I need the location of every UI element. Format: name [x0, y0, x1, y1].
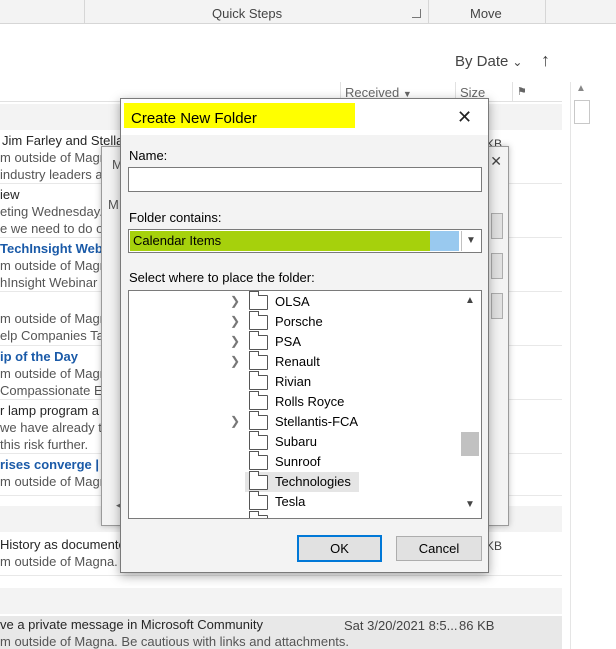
folder-icon — [249, 491, 268, 510]
folder-icon — [249, 511, 268, 518]
chevron-right-icon[interactable]: ❯ — [230, 294, 240, 308]
chevron-right-icon[interactable]: ❯ — [230, 354, 240, 368]
folder-icon — [249, 431, 268, 450]
folder-tree-item[interactable]: ❯ OLSA — [129, 291, 459, 312]
sort-by-dropdown[interactable]: By Date ⌄ — [455, 53, 522, 70]
folder-icon — [249, 331, 268, 350]
chevron-down-icon: ⌄ — [512, 55, 523, 69]
flag-icon[interactable]: ⚑ — [517, 85, 527, 98]
folder-tree-item[interactable]: ❯ Porsche — [129, 311, 459, 332]
folder-tree-item[interactable]: Tesla — [129, 491, 459, 512]
close-icon[interactable]: ✕ — [457, 107, 472, 128]
chevron-right-icon[interactable]: ❯ — [230, 314, 240, 328]
cancel-button[interactable]: Cancel — [396, 536, 482, 561]
ribbon: Quick Steps Move — [0, 0, 616, 24]
folder-tree-scrollbar[interactable]: ▲ ▼ — [459, 291, 481, 518]
folder-tree-item[interactable]: ❯ Stellantis-FCA — [129, 411, 459, 432]
group-header — [0, 588, 562, 614]
folder-tree-item[interactable]: Subaru — [129, 431, 459, 452]
ribbon-group-move: Move — [470, 6, 502, 21]
ribbon-separator — [428, 0, 429, 24]
scroll-up-icon[interactable]: ▲ — [576, 83, 586, 94]
folder-tree-item[interactable]: Technologies — [129, 471, 459, 492]
dialog-title-bar: Create New Folder ✕ — [121, 99, 488, 135]
folder-icon — [249, 391, 268, 410]
name-label: Name: — [129, 148, 168, 163]
scroll-thumb[interactable] — [574, 100, 590, 124]
folder-tree-item[interactable]: ❯ PSA — [129, 331, 459, 352]
chevron-right-icon[interactable]: ❯ — [230, 334, 240, 348]
folder-icon — [249, 291, 268, 310]
folder-name: Subaru — [275, 434, 317, 449]
folder-name-input[interactable] — [128, 167, 482, 192]
folder-name: Stellantis-FCA — [275, 414, 359, 429]
folder-icon — [249, 371, 268, 390]
folder-name: Renault — [275, 354, 320, 369]
folder-contains-select[interactable]: Calendar Items ▼ — [128, 229, 482, 253]
list-item[interactable]: ve a private message in Microsoft Commun… — [0, 616, 562, 649]
ribbon-separator — [545, 0, 546, 24]
folder-icon — [249, 411, 268, 430]
folder-tree-item[interactable]: ❯ Renault — [129, 351, 459, 372]
close-icon[interactable]: ✕ — [490, 153, 502, 170]
folder-name: Rolls Royce — [275, 394, 345, 409]
ribbon-group-quick-steps: Quick Steps — [212, 6, 283, 21]
scroll-down-icon[interactable]: ▼ — [465, 499, 475, 510]
folder-name: PSA — [275, 334, 302, 349]
background-dialog-button[interactable] — [491, 253, 503, 279]
dialog-launcher-icon[interactable] — [412, 9, 421, 18]
folder-contains-label: Folder contains: — [129, 210, 222, 225]
sort-by-label: By Date — [455, 53, 509, 70]
folder-icon — [249, 471, 268, 490]
create-new-folder-dialog: Create New Folder ✕ Name: Folder contain… — [120, 98, 489, 573]
folder-tree-item[interactable] — [129, 511, 459, 518]
folder-name: OLSA — [275, 294, 310, 309]
folder-name: Technologies — [273, 474, 353, 489]
folder-tree-item[interactable]: Rivian — [129, 371, 459, 392]
ribbon-separator — [84, 0, 85, 24]
scroll-thumb[interactable] — [461, 432, 479, 456]
scroll-up-icon[interactable]: ▲ — [465, 295, 475, 306]
folder-name: Rivian — [275, 374, 312, 389]
place-folder-label: Select where to place the folder: — [129, 270, 315, 285]
folder-name: Tesla — [275, 494, 306, 509]
mail-list-scrollbar[interactable]: ▲ — [570, 82, 592, 649]
folder-name: Sunroof — [275, 454, 321, 469]
background-dialog-button[interactable] — [491, 213, 503, 239]
dialog-title: Create New Folder — [131, 110, 257, 127]
chevron-right-icon[interactable]: ❯ — [230, 414, 240, 428]
folder-tree-item[interactable]: Rolls Royce — [129, 391, 459, 412]
folder-icon — [249, 311, 268, 330]
background-dialog-button[interactable] — [491, 293, 503, 319]
folder-tree[interactable]: ❯ OLSA ❯ Porsche ❯ PSA ❯ Renault Rivian Rolls Roy… — [128, 290, 482, 519]
folder-icon — [249, 351, 268, 370]
arrow-up-icon[interactable]: ↑ — [541, 50, 550, 71]
ok-button[interactable]: OK — [297, 535, 382, 562]
folder-name: Porsche — [275, 314, 323, 329]
folder-icon — [249, 451, 268, 470]
folder-tree-item[interactable]: Sunroof — [129, 451, 459, 472]
folder-contains-value: Calendar Items — [133, 233, 222, 248]
column-separator — [512, 82, 513, 102]
chevron-down-icon[interactable]: ▼ — [461, 231, 480, 251]
